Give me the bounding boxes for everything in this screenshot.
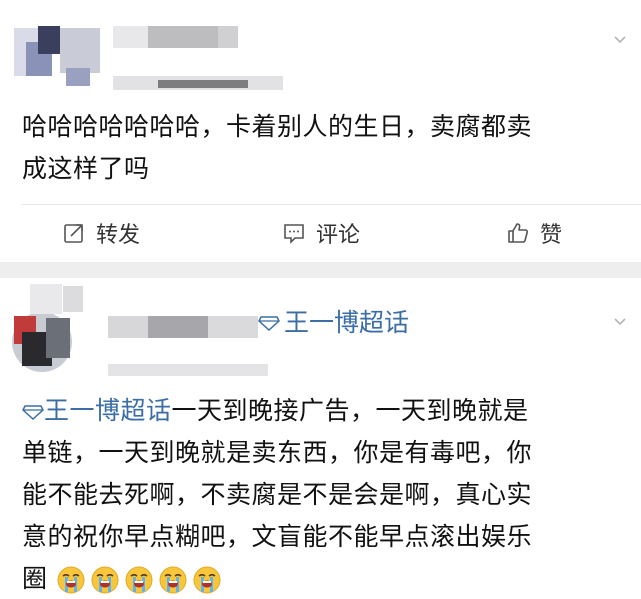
like-icon	[508, 223, 528, 243]
weibo-post-2: 王一博超话 王一博超话一天到晚接广告，一天到晚就是 单链，一天到晚就是卖东西，你…	[0, 278, 641, 599]
post-text-segment: 一天到晚接广告，一天到晚就是	[171, 396, 529, 425]
post-text: 王一博超话一天到晚接广告，一天到晚就是 单链，一天到晚就是卖东西，你是有毒吧，你…	[22, 390, 632, 599]
like-button[interactable]: 赞	[506, 216, 562, 250]
super-topic-diamond-icon	[258, 316, 280, 331]
post-text-line: 哈哈哈哈哈哈哈，卡着别人的生日，卖腐都卖	[22, 112, 533, 141]
action-divider	[22, 204, 641, 205]
crying-emoji-icon	[193, 566, 221, 594]
crying-emoji-icon	[125, 566, 153, 594]
repost-label: 转发	[96, 223, 141, 248]
like-label: 赞	[540, 223, 563, 248]
emoji-row	[56, 564, 226, 594]
comment-label: 评论	[316, 223, 361, 248]
action-bar: 转发 评论 赞	[0, 210, 641, 258]
blurred-user-header	[8, 282, 268, 378]
repost-button[interactable]: 转发	[62, 216, 140, 250]
super-topic-tag[interactable]: 王一博超话	[258, 308, 409, 338]
post-text-segment: 圈	[22, 564, 48, 593]
crying-emoji-icon	[57, 566, 85, 594]
chevron-down-icon[interactable]	[613, 314, 627, 328]
crying-emoji-icon	[159, 566, 187, 594]
inline-super-topic[interactable]: 王一博超话	[22, 396, 172, 425]
super-topic-label: 王一博超话	[284, 308, 410, 337]
chevron-down-icon[interactable]	[613, 32, 627, 46]
crying-emoji-icon	[91, 566, 119, 594]
inline-super-topic-label: 王一博超话	[44, 396, 172, 425]
post-text: 哈哈哈哈哈哈哈，卡着别人的生日，卖腐都卖 成这样了吗	[22, 106, 632, 190]
post-text-line: 能不能去死啊，不卖腐是不是会是啊，真心实	[22, 480, 533, 509]
repost-icon	[64, 224, 83, 243]
post-text-line: 意的祝你早点糊吧，文盲能不能早点滚出娱乐	[22, 522, 533, 551]
post-text-line: 王一博超话一天到晚接广告，一天到晚就是	[22, 390, 632, 432]
post-text-line: 单链，一天到晚就是卖东西，你是有毒吧，你	[22, 438, 533, 467]
blurred-user-header	[8, 18, 308, 93]
comment-button[interactable]: 评论	[282, 216, 360, 250]
comment-icon	[284, 224, 304, 244]
weibo-post-1: 哈哈哈哈哈哈哈，卡着别人的生日，卖腐都卖 成这样了吗 转发 评论 赞	[0, 0, 641, 262]
post-text-line: 成这样了吗	[22, 154, 150, 183]
post-separator	[0, 262, 641, 278]
super-topic-diamond-icon	[22, 405, 44, 420]
post-text-line: 圈	[22, 558, 632, 599]
